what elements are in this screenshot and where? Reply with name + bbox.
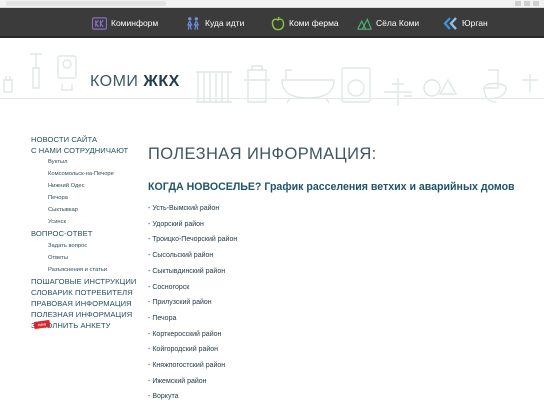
- list-item[interactable]: - Удорский район: [148, 217, 538, 233]
- background-utility-icons: [3, 53, 538, 106]
- nav-item-label: Коминформ: [111, 18, 159, 28]
- nav-item-kominform[interactable]: Коминформ: [92, 8, 158, 38]
- list-item[interactable]: - Печора: [148, 311, 538, 327]
- nav-item-komi-ferma[interactable]: Коми ферма: [270, 8, 339, 38]
- list-item[interactable]: - Сыктывдинский район: [148, 264, 538, 280]
- district-link[interactable]: Сыктывдинский район: [152, 268, 225, 275]
- page: Коминформ Куда идти Коми ферма Сёла Коми…: [0, 0, 544, 415]
- list-item[interactable]: - Корткеросский район: [148, 327, 538, 343]
- nav-item-kuda-idti[interactable]: Куда идти: [186, 8, 244, 38]
- section-title[interactable]: КОГДА НОВОСЕЛЬЕ? График расселения ветхи…: [148, 181, 538, 193]
- nav-item-sela-komi[interactable]: Сёла Коми: [357, 8, 419, 38]
- nav-item-label: Куда идти: [205, 18, 245, 28]
- dash-marker: -: [148, 393, 151, 401]
- banner-divider: [0, 98, 544, 99]
- dash-marker: -: [148, 283, 151, 291]
- dash-marker: -: [148, 252, 151, 260]
- district-link[interactable]: Княжпогостский район: [152, 362, 225, 369]
- nav-item-label: Сёла Коми: [376, 18, 420, 28]
- logo-text-bold: ЖКХ: [143, 73, 180, 90]
- sidebar-subitem-articles[interactable]: Разъяснения и статьи: [48, 264, 136, 276]
- site-header: КОМИ ЖКХ: [0, 40, 544, 112]
- nav-item-yurgan[interactable]: Юрган: [443, 8, 488, 38]
- address-bar[interactable]: [6, 1, 166, 6]
- browser-chrome: [0, 0, 544, 8]
- district-link[interactable]: Воркута: [152, 393, 178, 400]
- kominform-logo-icon: [92, 16, 107, 31]
- apple-icon: [270, 16, 285, 31]
- sidebar-subitem-answers[interactable]: Ответы: [48, 252, 136, 264]
- list-item[interactable]: - Койгородский район: [148, 342, 538, 358]
- page-title: ПОЛЕЗНАЯ ИНФОРМАЦИЯ:: [148, 145, 377, 163]
- sidebar-subitem-usinsk[interactable]: Усинск: [48, 216, 136, 228]
- dash-marker: -: [148, 267, 151, 275]
- close-button[interactable]: [533, 1, 539, 6]
- people-icon: [186, 16, 201, 31]
- district-link[interactable]: Ижемский район: [152, 378, 206, 385]
- dash-marker: -: [148, 330, 151, 338]
- dash-marker: -: [148, 346, 151, 354]
- sidebar-item-legal[interactable]: ПРАВОВАЯ ИНФОРМАЦИЯ: [31, 298, 136, 309]
- dash-marker: -: [148, 236, 151, 244]
- sidebar-item-instructions[interactable]: ПОШАГОВЫЕ ИНСТРУКЦИИ: [31, 276, 136, 287]
- sidebar-menu: НОВОСТИ САЙТА С НАМИ СОТРУДНИЧАЮТ Вуктыл…: [31, 134, 136, 332]
- list-item[interactable]: - Сысольский район: [148, 248, 538, 264]
- sidebar-subitem-komsomolsk[interactable]: Комсомольск-на-Печоре: [48, 168, 136, 180]
- dash-marker: -: [148, 362, 151, 370]
- sidebar-subitem-vuktyl[interactable]: Вуктыл: [48, 156, 136, 168]
- sidebar-subitem-ask[interactable]: Задать вопрос: [48, 240, 136, 252]
- district-link[interactable]: Троицко-Печорский район: [152, 236, 237, 243]
- site-logo[interactable]: КОМИ ЖКХ: [90, 73, 180, 91]
- list-item[interactable]: - Воркута: [148, 389, 538, 405]
- district-link[interactable]: Корткеросский район: [152, 331, 221, 338]
- dash-marker: -: [148, 299, 151, 307]
- sidebar-item-partners[interactable]: С НАМИ СОТРУДНИЧАЮТ: [31, 145, 136, 156]
- nav-item-label: Юрган: [462, 18, 488, 28]
- district-link[interactable]: Койгородский район: [152, 346, 218, 353]
- sidebar-subitem-nizhny-odes[interactable]: Нижний Одес: [48, 180, 136, 192]
- district-link[interactable]: Усть-Вымский район: [152, 205, 219, 212]
- list-item[interactable]: - Сосногорск: [148, 280, 538, 296]
- nav-item-label: Коми ферма: [289, 18, 339, 28]
- logo-text-light: КОМИ: [90, 73, 144, 90]
- district-link[interactable]: Сосногорск: [152, 284, 189, 291]
- list-item[interactable]: - Усть-Вымский район: [148, 201, 538, 217]
- dash-marker: -: [148, 220, 151, 228]
- district-link[interactable]: Сысольский район: [152, 252, 213, 259]
- dash-marker: -: [148, 377, 151, 385]
- sidebar-item-dictionary[interactable]: СЛОВАРИК ПОТРЕБИТЕЛЯ: [31, 287, 136, 298]
- maximize-button[interactable]: [524, 1, 530, 6]
- district-link[interactable]: Печора: [152, 315, 176, 322]
- sidebar-item-qa[interactable]: ВОПРОС-ОТВЕТ: [31, 228, 136, 239]
- village-icon: [357, 16, 372, 31]
- dash-marker: -: [148, 205, 151, 212]
- list-item[interactable]: - Троицко-Печорский район: [148, 232, 538, 248]
- list-item[interactable]: - Прилузский район: [148, 295, 538, 311]
- main-content: ПОЛЕЗНАЯ ИНФОРМАЦИЯ: КОГДА НОВОСЕЛЬЕ? Гр…: [148, 145, 538, 405]
- arrows-icon: [443, 16, 458, 31]
- district-link[interactable]: Удорский район: [152, 221, 204, 228]
- sidebar-subitem-pechora[interactable]: Печора: [48, 192, 136, 204]
- sidebar-subitem-syktyvkar[interactable]: Сыктывкар: [48, 204, 136, 216]
- list-item[interactable]: - Ижемский район: [148, 374, 538, 390]
- top-navigation: Коминформ Куда идти Коми ферма Сёла Коми…: [0, 8, 544, 38]
- sidebar-item-useful-info[interactable]: ПОЛЕЗНАЯ ИНФОРМАЦИЯ: [31, 309, 136, 320]
- dash-marker: -: [148, 314, 151, 322]
- district-link[interactable]: Прилузский район: [152, 299, 211, 306]
- list-item[interactable]: - Княжпогостский район: [148, 358, 538, 374]
- district-list: - Усть-Вымский район - Удорский район - Тро…: [148, 201, 538, 405]
- minimize-button[interactable]: [515, 1, 521, 6]
- sidebar-item-news[interactable]: НОВОСТИ САЙТА: [31, 134, 136, 145]
